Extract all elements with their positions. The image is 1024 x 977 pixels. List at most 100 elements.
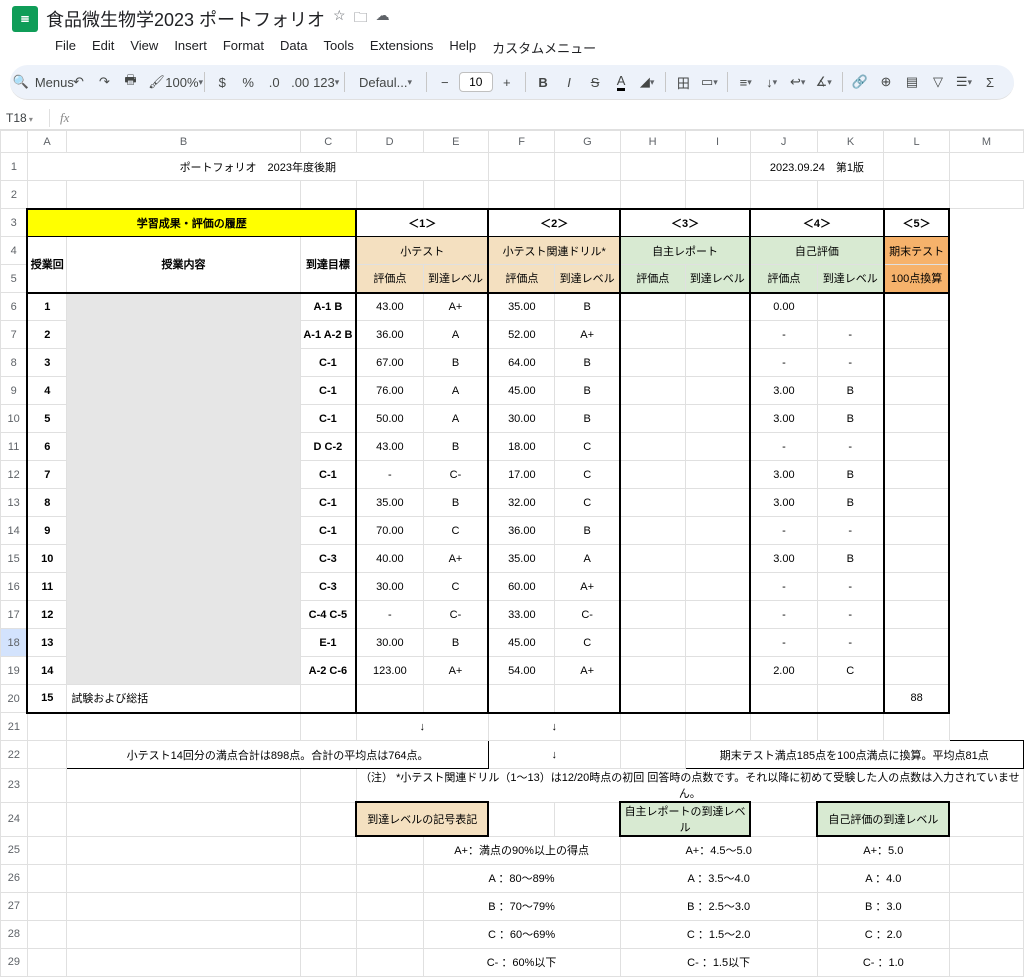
- rowhdr-29[interactable]: 29: [1, 948, 28, 976]
- session-num[interactable]: 5: [27, 405, 67, 433]
- spreadsheet-grid[interactable]: ABCDEFGHIJKLM 1ポートフォリオ 2023年度後期2023.09.2…: [0, 130, 1024, 977]
- rowhdr-16[interactable]: 16: [1, 573, 28, 601]
- group-3[interactable]: ＜3＞: [620, 209, 750, 237]
- sub-1[interactable]: 小テスト: [356, 237, 488, 265]
- increase-decimal-button[interactable]: .00: [288, 69, 312, 95]
- colhdr-I[interactable]: I: [685, 131, 750, 153]
- session-num[interactable]: 3: [27, 349, 67, 377]
- rowhdr-3[interactable]: 3: [1, 209, 28, 237]
- colhdr-J[interactable]: J: [750, 131, 817, 153]
- colhdr-H[interactable]: H: [620, 131, 685, 153]
- rowhdr-14[interactable]: 14: [1, 517, 28, 545]
- menu-edit[interactable]: Edit: [85, 34, 121, 61]
- rowhdr-10[interactable]: 10: [1, 405, 28, 433]
- rowhdr-21[interactable]: 21: [1, 713, 28, 741]
- session-num[interactable]: 4: [27, 377, 67, 405]
- document-title[interactable]: 食品微生物学2023 ポートフォリオ: [46, 6, 325, 32]
- page-title[interactable]: ポートフォリオ 2023年度後期: [27, 153, 488, 181]
- star-icon[interactable]: ☆: [333, 7, 346, 31]
- legend1-item[interactable]: A ：80〜89%: [423, 864, 620, 892]
- rowhdr-26[interactable]: 26: [1, 864, 28, 892]
- sub-4[interactable]: 自己評価: [750, 237, 884, 265]
- goal-cell[interactable]: E-1: [300, 629, 356, 657]
- legend-hdr-1[interactable]: 到達レベルの記号表記: [356, 802, 488, 836]
- goal-cell[interactable]: C-1: [300, 349, 356, 377]
- sub-2[interactable]: 小テスト関連ドリル*: [488, 237, 620, 265]
- goal-cell[interactable]: C-3: [300, 545, 356, 573]
- group-1[interactable]: ＜1＞: [356, 209, 488, 237]
- legend1-item[interactable]: C- ：60%以下: [423, 948, 620, 976]
- legend1-item[interactable]: C ：60〜69%: [423, 920, 620, 948]
- session-num[interactable]: 7: [27, 461, 67, 489]
- rowhdr-23[interactable]: 23: [1, 769, 28, 803]
- version-label[interactable]: 2023.09.24 第1版: [750, 153, 884, 181]
- note-box-1[interactable]: 小テスト14回分の満点合計は898点。合計の平均点は764点。: [67, 741, 489, 769]
- comment-button[interactable]: ⊕: [874, 69, 898, 95]
- legend2-item[interactable]: C ：1.5〜2.0: [620, 920, 817, 948]
- menu-data[interactable]: Data: [273, 34, 314, 61]
- rowhdr-4[interactable]: 4: [1, 237, 28, 265]
- legend3-item[interactable]: C- ：1.0: [817, 948, 949, 976]
- menu-format[interactable]: Format: [216, 34, 271, 61]
- more-formats-button[interactable]: 123: [314, 69, 338, 95]
- goal-cell[interactable]: A-1 A-2 B: [300, 321, 356, 349]
- name-box[interactable]: T18: [0, 109, 50, 127]
- goal-cell[interactable]: C-1: [300, 517, 356, 545]
- session-num[interactable]: 9: [27, 517, 67, 545]
- borders-button[interactable]: 田: [671, 69, 695, 95]
- filter-button[interactable]: ▽: [926, 69, 950, 95]
- rowhdr-2[interactable]: 2: [1, 181, 28, 209]
- session-num[interactable]: 1: [27, 293, 67, 321]
- text-color-button[interactable]: A: [609, 69, 633, 95]
- goal-cell[interactable]: A-1 B: [300, 293, 356, 321]
- legend3-item[interactable]: C ：2.0: [817, 920, 949, 948]
- menu-tools[interactable]: Tools: [316, 34, 360, 61]
- goal-cell[interactable]: C-1: [300, 377, 356, 405]
- session-num[interactable]: 10: [27, 545, 67, 573]
- session-num[interactable]: 12: [27, 601, 67, 629]
- legend3-item[interactable]: A ：4.0: [817, 864, 949, 892]
- menu-help[interactable]: Help: [442, 34, 483, 61]
- legend3-item[interactable]: B ：3.0: [817, 892, 949, 920]
- colhdr-G[interactable]: G: [555, 131, 620, 153]
- session-num[interactable]: 2: [27, 321, 67, 349]
- colhdr-A[interactable]: A: [27, 131, 67, 153]
- legend2-item[interactable]: C- ：1.5以下: [620, 948, 817, 976]
- group-4[interactable]: ＜4＞: [750, 209, 884, 237]
- rowhdr-18[interactable]: 18: [1, 629, 28, 657]
- sub-5[interactable]: 期末テスト: [884, 237, 950, 265]
- rowhdr-6[interactable]: 6: [1, 293, 28, 321]
- rowhdr-24[interactable]: 24: [1, 802, 28, 836]
- font-size-input[interactable]: [459, 72, 493, 92]
- rowhdr-5[interactable]: 5: [1, 265, 28, 293]
- menu-file[interactable]: File: [48, 34, 83, 61]
- session-num[interactable]: 11: [27, 573, 67, 601]
- goal-cell[interactable]: A-2 C-6: [300, 657, 356, 685]
- wrap-button[interactable]: ↩: [786, 69, 810, 95]
- last-content[interactable]: 試験および総括: [67, 685, 300, 713]
- note-box-2[interactable]: 期末テスト満点185点を100点満点に換算。平均点81点: [685, 741, 1023, 769]
- italic-button[interactable]: I: [557, 69, 581, 95]
- legend1-item[interactable]: A+：満点の90%以上の得点: [423, 836, 620, 864]
- colhdr-E[interactable]: E: [423, 131, 488, 153]
- font-select[interactable]: Defaul...: [350, 69, 420, 95]
- link-button[interactable]: 🔗: [848, 69, 872, 95]
- merge-button[interactable]: ▭: [697, 69, 721, 95]
- colhdr-C[interactable]: C: [300, 131, 356, 153]
- zoom-select[interactable]: 100%: [170, 69, 197, 95]
- colhdr-F[interactable]: F: [488, 131, 554, 153]
- goal-cell[interactable]: C-1: [300, 489, 356, 517]
- rowhdr-1[interactable]: 1: [1, 153, 28, 181]
- move-icon[interactable]: 🗀: [354, 7, 368, 31]
- legend3-item[interactable]: A+：5.0: [817, 836, 949, 864]
- session-num[interactable]: 13: [27, 629, 67, 657]
- rotate-button[interactable]: ∡: [812, 69, 836, 95]
- functions-button[interactable]: Σ: [978, 69, 1002, 95]
- rowhdr-13[interactable]: 13: [1, 489, 28, 517]
- colhdr-D[interactable]: D: [356, 131, 423, 153]
- halign-button[interactable]: ≡: [734, 69, 758, 95]
- colhdr-B[interactable]: B: [67, 131, 300, 153]
- rowhdr-25[interactable]: 25: [1, 836, 28, 864]
- legend1-item[interactable]: B ：70〜79%: [423, 892, 620, 920]
- rowhdr-8[interactable]: 8: [1, 349, 28, 377]
